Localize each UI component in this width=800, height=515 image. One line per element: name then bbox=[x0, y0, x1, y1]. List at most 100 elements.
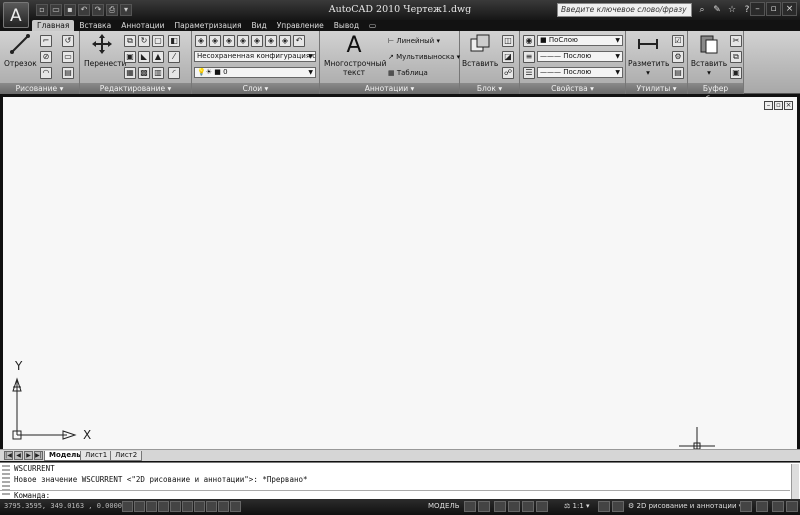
layer-lock-icon[interactable]: ◈ bbox=[251, 35, 263, 47]
annotation-visibility-icon[interactable] bbox=[598, 501, 610, 512]
select-similar-icon[interactable]: ▤ bbox=[672, 67, 684, 79]
showmotion-icon[interactable] bbox=[536, 501, 548, 512]
block-edit-icon[interactable]: ◪ bbox=[502, 51, 514, 63]
drawing-minimize-icon[interactable]: – bbox=[764, 101, 773, 110]
drawing-close-icon[interactable]: × bbox=[784, 101, 793, 110]
circle-icon[interactable]: ⊘ bbox=[40, 51, 52, 63]
drawing-area[interactable]: – ▫ × Y X bbox=[3, 97, 797, 450]
match-properties-icon[interactable]: ◉ bbox=[523, 35, 535, 47]
zoom-icon[interactable] bbox=[508, 501, 520, 512]
edit-polyline-icon[interactable]: ◜ bbox=[168, 67, 180, 79]
polar-icon[interactable] bbox=[158, 501, 169, 512]
table-button[interactable]: ▦ Таблица bbox=[388, 69, 428, 77]
layer-isolate-icon[interactable]: ◈ bbox=[209, 35, 221, 47]
ribbon-minimize-icon[interactable]: ▭ bbox=[364, 20, 381, 31]
multileader-button[interactable]: ↗ Мультивыноска ▾ bbox=[388, 53, 460, 61]
workspace-switch[interactable]: ⚙ 2D рисование и аннотации ▾ bbox=[628, 502, 742, 510]
rectangle-icon[interactable]: ↺ bbox=[62, 35, 74, 47]
lineweight-select[interactable]: ——— Послою ▼ bbox=[537, 67, 623, 78]
layer-match-icon[interactable]: ◈ bbox=[265, 35, 277, 47]
color-select[interactable]: ■ ПоСлою ▼ bbox=[537, 35, 623, 46]
maximize-icon[interactable]: ▫ bbox=[766, 2, 781, 16]
panel-modify-label[interactable]: Редактирование ▾ bbox=[80, 83, 191, 94]
star-icon[interactable]: ☆ bbox=[726, 3, 738, 17]
explode-icon[interactable]: ⁄ bbox=[168, 51, 180, 63]
array-icon[interactable]: ▩ bbox=[138, 67, 150, 79]
mirror-icon[interactable]: ▣ bbox=[124, 51, 136, 63]
isolate-objects-icon[interactable] bbox=[772, 501, 784, 512]
auto-scale-icon[interactable] bbox=[612, 501, 624, 512]
cut-icon[interactable]: ✂ bbox=[730, 35, 742, 47]
next-layout-icon[interactable]: ▶ bbox=[24, 451, 33, 460]
tab-layout2[interactable]: Лист2 bbox=[110, 451, 143, 461]
quick-view-layouts-icon[interactable] bbox=[464, 501, 476, 512]
annotation-scale-select[interactable]: ⚖ 1:1 ▾ bbox=[564, 502, 590, 510]
search-icon[interactable]: ⌕ bbox=[696, 3, 708, 17]
dimension-linear-button[interactable]: ⊢ Линейный ▾ bbox=[388, 37, 440, 45]
arc-icon[interactable]: ◠ bbox=[40, 67, 52, 79]
linetype-icon[interactable]: ☰ bbox=[523, 67, 535, 79]
trim-icon[interactable]: ▢ bbox=[152, 35, 164, 47]
measure-button[interactable]: Разметить ▾ bbox=[628, 33, 669, 77]
layer-select[interactable]: 💡☀ ■ 0 ▼ bbox=[194, 67, 316, 78]
layer-off-icon[interactable]: ◈ bbox=[223, 35, 235, 47]
offset-icon[interactable]: ▥ bbox=[152, 67, 164, 79]
pan-icon[interactable] bbox=[494, 501, 506, 512]
previous-layout-icon[interactable]: ◀ bbox=[14, 451, 23, 460]
block-insert-button[interactable]: Вставить bbox=[462, 33, 498, 68]
block-create-icon[interactable]: ◫ bbox=[502, 35, 514, 47]
tab-parametric[interactable]: Параметризация bbox=[170, 20, 247, 31]
dyn-icon[interactable] bbox=[206, 501, 217, 512]
panel-block-label[interactable]: Блок ▾ bbox=[460, 83, 519, 94]
region-icon[interactable]: ▤ bbox=[62, 67, 74, 79]
panel-draw-label[interactable]: Рисование ▾ bbox=[0, 83, 79, 94]
hardware-acceleration-icon[interactable] bbox=[756, 501, 768, 512]
lineweight-icon[interactable]: ≡ bbox=[523, 51, 535, 63]
hatch-icon[interactable]: ▭ bbox=[62, 51, 74, 63]
clean-screen-icon[interactable] bbox=[786, 501, 798, 512]
fillet-icon[interactable]: ◣ bbox=[138, 51, 150, 63]
tab-annotate[interactable]: Аннотации bbox=[116, 20, 169, 31]
panel-layers-label[interactable]: Слои ▾ bbox=[192, 83, 319, 94]
panel-properties-label[interactable]: Свойства ▾ bbox=[520, 83, 625, 94]
linetype-select[interactable]: ——— Послою ▼ bbox=[537, 51, 623, 62]
quick-calc-icon[interactable]: ☑ bbox=[672, 35, 684, 47]
ducs-icon[interactable] bbox=[194, 501, 205, 512]
layer-freeze-icon[interactable]: ◈ bbox=[237, 35, 249, 47]
toolbar-lock-icon[interactable] bbox=[740, 501, 752, 512]
tab-manage[interactable]: Управление bbox=[272, 20, 329, 31]
erase-icon[interactable]: ◧ bbox=[168, 35, 180, 47]
layer-walk-icon[interactable]: ↶ bbox=[293, 35, 305, 47]
model-space-toggle[interactable]: МОДЕЛЬ bbox=[428, 502, 460, 510]
tab-view[interactable]: Вид bbox=[247, 20, 272, 31]
tab-output[interactable]: Вывод bbox=[329, 20, 364, 31]
tab-layout1[interactable]: Лист1 bbox=[80, 451, 113, 461]
command-scrollbar[interactable] bbox=[791, 464, 799, 499]
ortho-icon[interactable] bbox=[146, 501, 157, 512]
grid-icon[interactable] bbox=[134, 501, 145, 512]
panel-annotation-label[interactable]: Аннотации ▾ bbox=[320, 83, 459, 94]
last-layout-icon[interactable]: ▶| bbox=[34, 451, 43, 460]
lwt-icon[interactable] bbox=[218, 501, 229, 512]
polyline-icon[interactable]: ⌐ bbox=[40, 35, 52, 47]
block-attribute-icon[interactable]: ☍ bbox=[502, 67, 514, 79]
id-point-icon[interactable]: ⚙ bbox=[672, 51, 684, 63]
copy-icon[interactable]: ⧉ bbox=[124, 35, 136, 47]
paste-button[interactable]: Вставить ▾ bbox=[690, 33, 728, 77]
application-menu-button[interactable]: A bbox=[3, 2, 29, 28]
panel-utilities-label[interactable]: Утилиты ▾ bbox=[626, 83, 687, 94]
first-layout-icon[interactable]: |◀ bbox=[4, 451, 13, 460]
coordinates-readout[interactable]: 3795.3595, 349.0163 , 0.0000 bbox=[4, 502, 122, 510]
qp-icon[interactable] bbox=[230, 501, 241, 512]
panel-clipboard-label[interactable]: Буфер обмена bbox=[688, 83, 743, 104]
drawing-restore-icon[interactable]: ▫ bbox=[774, 101, 783, 110]
copy-clip-icon[interactable]: ⧉ bbox=[730, 51, 742, 63]
layer-state-select[interactable]: Несохраненная конфигурация слоев▼ bbox=[194, 51, 316, 62]
layer-previous-icon[interactable]: ◈ bbox=[279, 35, 291, 47]
scale-icon[interactable]: ▦ bbox=[124, 67, 136, 79]
tools-icon[interactable]: ✎ bbox=[711, 3, 723, 17]
quick-view-drawings-icon[interactable] bbox=[478, 501, 490, 512]
move-button[interactable]: Перенести bbox=[84, 33, 127, 68]
stretch-icon[interactable]: ▲ bbox=[152, 51, 164, 63]
minimize-icon[interactable]: – bbox=[750, 2, 765, 16]
